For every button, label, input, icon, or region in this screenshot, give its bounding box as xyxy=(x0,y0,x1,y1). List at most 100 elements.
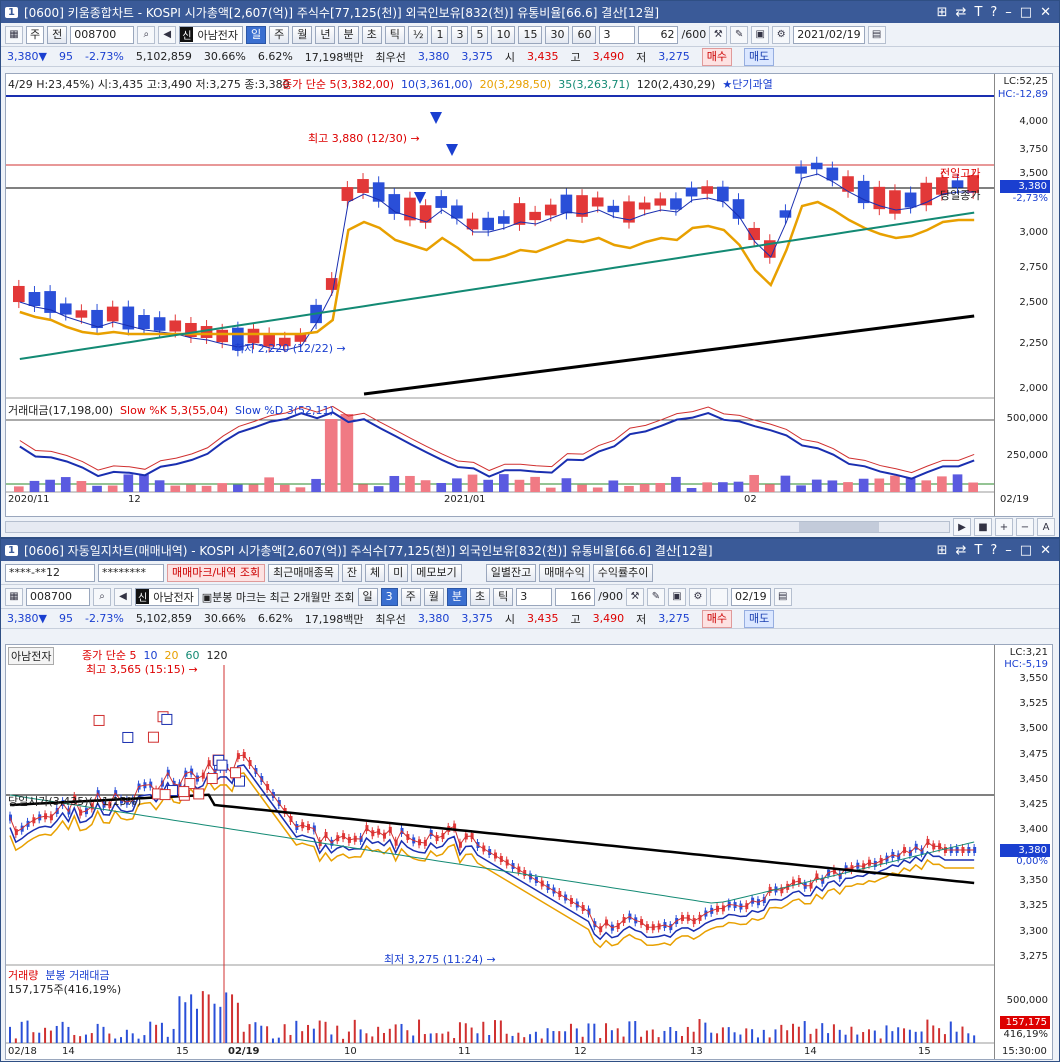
date-input[interactable]: 02/19 xyxy=(730,587,771,606)
search-icon[interactable]: ⌕ xyxy=(93,587,111,606)
daily-price-chart[interactable]: 4/29 H:23,45%) 시:3,435 고:3,490 저:3,275 종… xyxy=(5,73,1053,517)
volume-bar xyxy=(867,1029,870,1043)
help-icon[interactable]: ? xyxy=(990,543,997,558)
return-trend-button[interactable]: 수익률추이 xyxy=(592,563,654,582)
period-second[interactable]: 초 xyxy=(470,587,491,606)
help-icon[interactable]: ? xyxy=(990,5,997,20)
play-icon[interactable]: ▶ xyxy=(953,518,971,536)
scroll-thumb[interactable] xyxy=(799,522,879,532)
calendar-icon[interactable]: ▤ xyxy=(867,25,886,44)
scroll-track[interactable] xyxy=(5,521,950,533)
prev-button[interactable]: 전 xyxy=(47,25,68,44)
hc-value: HC:-5,19 xyxy=(1004,659,1048,670)
quote-bar: 3,380▼ 95 -2.73% 5,102,859 30.66% 6.62% … xyxy=(1,609,1059,629)
interval-select[interactable]: 3 xyxy=(516,587,553,606)
stop-icon[interactable]: ■ xyxy=(974,518,992,536)
period-year[interactable]: 년 xyxy=(315,25,336,44)
close-icon[interactable]: ✕ xyxy=(1040,543,1051,558)
min-5[interactable]: 5 xyxy=(471,25,489,44)
type-select[interactable]: 주 xyxy=(26,25,45,44)
calendar-icon[interactable]: ▤ xyxy=(773,587,792,606)
account-input[interactable]: ****-**12 xyxy=(5,563,95,582)
window-titlebar[interactable]: 1 [0600] 키움종합차트 - KOSPI 시가총액[2,607(억)] 주… xyxy=(1,1,1059,23)
window-titlebar[interactable]: 1 [0606] 자동일지차트(매매내역) - KOSPI 시가총액[2,607… xyxy=(1,539,1059,561)
grid-icon[interactable]: ⊞ xyxy=(937,543,948,558)
period-week[interactable]: 주 xyxy=(400,587,421,606)
filled-button[interactable]: 체 xyxy=(365,563,386,582)
stock-name-field[interactable]: 신 아남전자 xyxy=(135,587,199,606)
sell-button[interactable]: 매도 xyxy=(744,609,775,628)
zoom-out-icon[interactable]: − xyxy=(1016,518,1034,536)
period-month[interactable]: 월 xyxy=(292,25,313,44)
tools-icon[interactable]: ⚒ xyxy=(709,25,728,44)
balance-button[interactable]: 잔 xyxy=(341,563,363,582)
link-icon[interactable]: ⇄ xyxy=(956,5,967,20)
trade-mark-button[interactable]: 매매마크/내역 조회 xyxy=(167,563,266,582)
interval-select[interactable]: 3 xyxy=(599,25,636,44)
date-checkbox[interactable] xyxy=(709,587,728,606)
memo-button[interactable]: 메모보기 xyxy=(411,563,462,582)
min-1[interactable]: 1 xyxy=(431,25,449,44)
count-input[interactable]: 62 xyxy=(638,25,679,44)
period-minute[interactable]: 분 xyxy=(338,25,359,44)
speaker-icon[interactable]: ◀ xyxy=(114,587,132,606)
unfilled-button[interactable]: 미 xyxy=(388,563,409,582)
gear-icon[interactable]: ⚙ xyxy=(688,587,707,606)
gear-icon[interactable]: ⚙ xyxy=(772,25,791,44)
sell-button[interactable]: 매도 xyxy=(744,47,775,66)
code-input[interactable]: 008700 xyxy=(26,587,90,606)
minimize-icon[interactable]: – xyxy=(1005,543,1012,558)
zoom-in-icon[interactable]: + xyxy=(995,518,1013,536)
close-icon[interactable]: ✕ xyxy=(1040,5,1051,20)
profit-button[interactable]: 매매수익 xyxy=(539,563,590,582)
layout-icon[interactable]: ▦ xyxy=(5,25,23,44)
minimize-icon[interactable]: – xyxy=(1005,5,1012,20)
tools-icon[interactable]: ⚒ xyxy=(625,587,644,606)
minute-price-chart[interactable]: 아남전자 종가 단순 5 10 20 60 120 최고 3,565 (15:1… xyxy=(5,644,1053,1060)
min-30[interactable]: 30 xyxy=(545,25,570,44)
search-icon[interactable]: ⌕ xyxy=(137,25,156,44)
half-button[interactable]: ½ xyxy=(407,25,429,44)
link-icon[interactable]: ⇄ xyxy=(956,543,967,558)
sub-legend: 거래대금(17,198,00) Slow %K 5,3(55,04) Slow … xyxy=(8,404,334,417)
buy-button[interactable]: 매수 xyxy=(701,609,733,628)
grid-icon[interactable]: ⊞ xyxy=(937,5,948,20)
volume-bar xyxy=(733,1032,736,1043)
count-input[interactable]: 166 xyxy=(555,587,596,606)
period-day[interactable]: 일 xyxy=(357,587,378,606)
password-input[interactable]: ******** xyxy=(98,563,164,582)
save-icon[interactable]: ▣ xyxy=(667,587,686,606)
quote-bar: 3,380▼ 95 -2.73% 5,102,859 30.66% 6.62% … xyxy=(1,47,1059,67)
buy-button[interactable]: 매수 xyxy=(701,47,733,66)
code-input[interactable]: 008700 xyxy=(70,25,135,44)
draw-icon[interactable]: ✎ xyxy=(730,25,749,44)
min-10[interactable]: 10 xyxy=(491,25,516,44)
period-second[interactable]: 초 xyxy=(361,25,382,44)
period-tick[interactable]: 틱 xyxy=(384,25,405,44)
save-icon[interactable]: ▣ xyxy=(751,25,770,44)
volume-bar xyxy=(905,478,916,492)
min-60[interactable]: 60 xyxy=(572,25,597,44)
layout-icon[interactable]: ▦ xyxy=(5,587,23,606)
maximize-icon[interactable]: □ xyxy=(1020,543,1032,558)
date-input[interactable]: 2021/02/19 xyxy=(793,25,865,44)
period-n[interactable]: 3 xyxy=(380,587,398,606)
maximize-icon[interactable]: □ xyxy=(1020,5,1032,20)
recent-trades-button[interactable]: 최근매매종목 xyxy=(268,563,339,582)
period-week[interactable]: 주 xyxy=(269,25,290,44)
min-15[interactable]: 15 xyxy=(518,25,543,44)
stock-name-field[interactable]: 신 아남전자 xyxy=(179,25,243,44)
period-minute[interactable]: 분 xyxy=(446,587,468,606)
period-month[interactable]: 월 xyxy=(423,587,444,606)
text-tool-icon[interactable]: A xyxy=(1037,518,1055,536)
scroll-bar[interactable]: ▶ ■ + − A xyxy=(1,517,1059,537)
draw-icon[interactable]: ✎ xyxy=(646,587,665,606)
text-icon[interactable]: T xyxy=(974,543,982,558)
text-icon[interactable]: T xyxy=(974,5,982,20)
speaker-icon[interactable]: ◀ xyxy=(158,25,177,44)
volume-bar xyxy=(406,1030,409,1043)
daily-balance-button[interactable]: 일별잔고 xyxy=(485,563,537,582)
period-day[interactable]: 일 xyxy=(245,25,267,44)
min-3[interactable]: 3 xyxy=(451,25,469,44)
period-tick[interactable]: 틱 xyxy=(493,587,514,606)
